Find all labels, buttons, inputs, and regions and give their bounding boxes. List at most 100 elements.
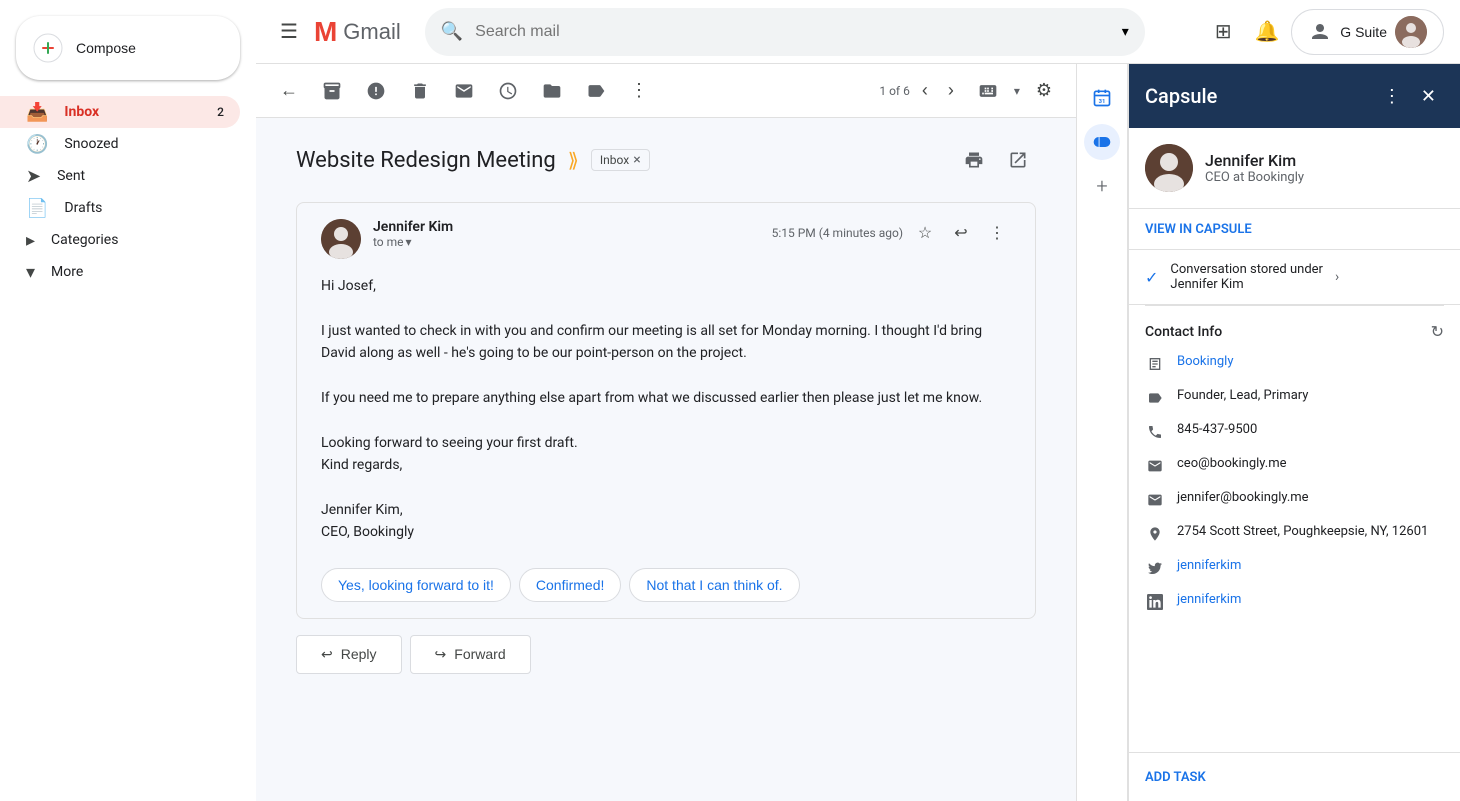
main-content: ☰ M Gmail 🔍 ▾ ⊞ 🔔 G Suite <box>256 0 1460 801</box>
sender-to-text: to me <box>373 235 404 249</box>
capsule-close-button[interactable]: ✕ <box>1413 78 1444 115</box>
search-dropdown-icon[interactable]: ▾ <box>1122 24 1129 40</box>
conversation-stored-name: Jennifer Kim <box>1170 277 1323 292</box>
open-in-new-button[interactable] <box>1000 142 1036 178</box>
smart-reply-1[interactable]: Yes, looking forward to it! <box>321 568 511 602</box>
back-button[interactable]: ← <box>272 72 306 109</box>
twitter-icon <box>1145 560 1165 580</box>
sidebar-item-more[interactable]: ▾ More <box>0 256 240 288</box>
refresh-button[interactable]: ↻ <box>1431 322 1444 342</box>
sender-name: Jennifer Kim <box>373 219 772 235</box>
sidebar-item-inbox[interactable]: 📥 Inbox 2 <box>0 96 240 128</box>
building-icon <box>1145 356 1165 376</box>
categories-icon: ▸ <box>26 230 35 251</box>
more-icon: ▾ <box>26 262 35 283</box>
settings-button[interactable]: ⚙ <box>1028 72 1060 109</box>
email2-icon <box>1145 492 1165 512</box>
reply-section: ↩ Reply ↪ Forward <box>296 635 1036 674</box>
spam-button[interactable] <box>358 73 394 109</box>
smart-reply-2[interactable]: Confirmed! <box>519 568 621 602</box>
smart-reply-3[interactable]: Not that I can think of. <box>629 568 799 602</box>
message-more-button[interactable]: ⋮ <box>983 219 1011 247</box>
email1-value: ceo@bookingly.me <box>1177 456 1287 471</box>
view-in-capsule-section: VIEW IN CAPSULE <box>1129 209 1460 250</box>
reply-quick-button[interactable]: ↩ <box>947 219 975 247</box>
strip-capsule-icon[interactable] <box>1084 124 1120 160</box>
more-actions-button[interactable]: ⋮ <box>622 72 656 109</box>
contact-info-email2: jennifer@bookingly.me <box>1145 490 1444 512</box>
reply-button[interactable]: ↩ Reply <box>296 635 402 674</box>
capsule-contact-info: Jennifer Kim CEO at Bookingly <box>1205 151 1304 185</box>
gsuite-button[interactable]: G Suite <box>1291 9 1444 55</box>
drafts-label: Drafts <box>64 200 102 216</box>
archive-button[interactable] <box>314 73 350 109</box>
inbox-tag: Inbox × <box>591 149 650 171</box>
sidebar-item-snoozed[interactable]: 🕐 Snoozed <box>0 128 240 160</box>
checkmark-icon: ✓ <box>1145 268 1158 287</box>
gmail-m-logo: M <box>314 16 337 48</box>
add-task-link[interactable]: ADD TASK <box>1145 770 1206 785</box>
strip-calendar-icon[interactable]: 31 <box>1084 80 1120 116</box>
sender-avatar <box>321 219 361 259</box>
snooze-button[interactable] <box>490 73 526 109</box>
move-button[interactable] <box>534 73 570 109</box>
conversation-arrow-icon: › <box>1335 269 1339 285</box>
email-toolbar: ← <box>256 64 1076 118</box>
hamburger-menu-button[interactable]: ☰ <box>272 11 306 52</box>
gsuite-text: G Suite <box>1340 24 1387 40</box>
message-body: Hi Josef, I just wanted to check in with… <box>321 275 1011 544</box>
gmail-text-logo: Gmail <box>343 19 400 45</box>
view-in-capsule-link[interactable]: VIEW IN CAPSULE <box>1145 222 1252 237</box>
email-area: ← <box>256 64 1076 801</box>
capsule-more-button[interactable]: ⋮ <box>1375 78 1409 115</box>
star-button[interactable]: ☆ <box>911 219 939 247</box>
gsuite-logo <box>1308 20 1332 44</box>
capsule-avatar <box>1145 144 1193 192</box>
forward-icon: ⟫ <box>568 148 579 172</box>
phone-icon <box>1145 424 1165 444</box>
phone-value: 845-437-9500 <box>1177 422 1257 437</box>
time-text: 5:15 PM (4 minutes ago) <box>772 226 903 240</box>
forward-button[interactable]: ↪ Forward <box>410 635 531 674</box>
sender-info: Jennifer Kim to me ▾ <box>373 219 772 249</box>
email-thread: Website Redesign Meeting ⟫ Inbox × <box>256 118 1076 801</box>
capsule-contact-name: Jennifer Kim <box>1205 151 1304 170</box>
forward-arrow-icon: ↪ <box>435 646 447 663</box>
location-icon <box>1145 526 1165 546</box>
compose-button[interactable]: Compose <box>16 16 240 80</box>
search-bar[interactable]: 🔍 ▾ <box>425 8 1145 56</box>
delete-button[interactable] <box>402 73 438 109</box>
message-header: Jennifer Kim to me ▾ 5:15 PM (4 minutes … <box>321 219 1011 259</box>
email-subject-row: Website Redesign Meeting ⟫ Inbox × <box>296 142 1036 178</box>
capsule-title: Capsule <box>1145 84 1375 108</box>
inbox-tag-close[interactable]: × <box>633 152 640 168</box>
label-button[interactable] <box>578 73 614 109</box>
notifications-button[interactable]: 🔔 <box>1247 12 1287 52</box>
next-email-button[interactable]: › <box>940 72 962 109</box>
header-actions: ⊞ 🔔 G Suite <box>1203 9 1444 55</box>
mark-unread-button[interactable] <box>446 73 482 109</box>
capsule-contact-title: CEO at Bookingly <box>1205 170 1304 185</box>
prev-email-button[interactable]: ‹ <box>914 72 936 109</box>
search-input[interactable] <box>475 23 1110 41</box>
snoozed-icon: 🕐 <box>26 134 48 155</box>
email-message: Jennifer Kim to me ▾ 5:15 PM (4 minutes … <box>296 202 1036 619</box>
tag-icon <box>1145 390 1165 410</box>
keyboard-shortcuts-button[interactable] <box>970 73 1006 109</box>
smart-replies: Yes, looking forward to it! Confirmed! N… <box>321 568 1011 602</box>
sender-to-chevron[interactable]: ▾ <box>406 235 412 249</box>
sidebar-item-categories[interactable]: ▸ Categories <box>0 224 240 256</box>
linkedin-value[interactable]: jenniferkim <box>1177 592 1241 607</box>
print-button[interactable] <box>956 142 992 178</box>
sidebar-item-drafts[interactable]: 📄 Drafts <box>0 192 240 224</box>
twitter-value[interactable]: jenniferkim <box>1177 558 1241 573</box>
conversation-stored[interactable]: ✓ Conversation stored under Jennifer Kim… <box>1129 250 1460 305</box>
apps-button[interactable]: ⊞ <box>1203 12 1243 52</box>
sidebar-item-sent[interactable]: ➤ Sent <box>0 160 240 192</box>
gmail-logo: M Gmail <box>314 16 401 48</box>
reply-label: Reply <box>341 646 377 662</box>
email-header-actions <box>956 142 1036 178</box>
company-value[interactable]: Bookingly <box>1177 354 1233 369</box>
sent-label: Sent <box>57 168 85 184</box>
strip-plus-icon[interactable]: + <box>1084 168 1120 204</box>
